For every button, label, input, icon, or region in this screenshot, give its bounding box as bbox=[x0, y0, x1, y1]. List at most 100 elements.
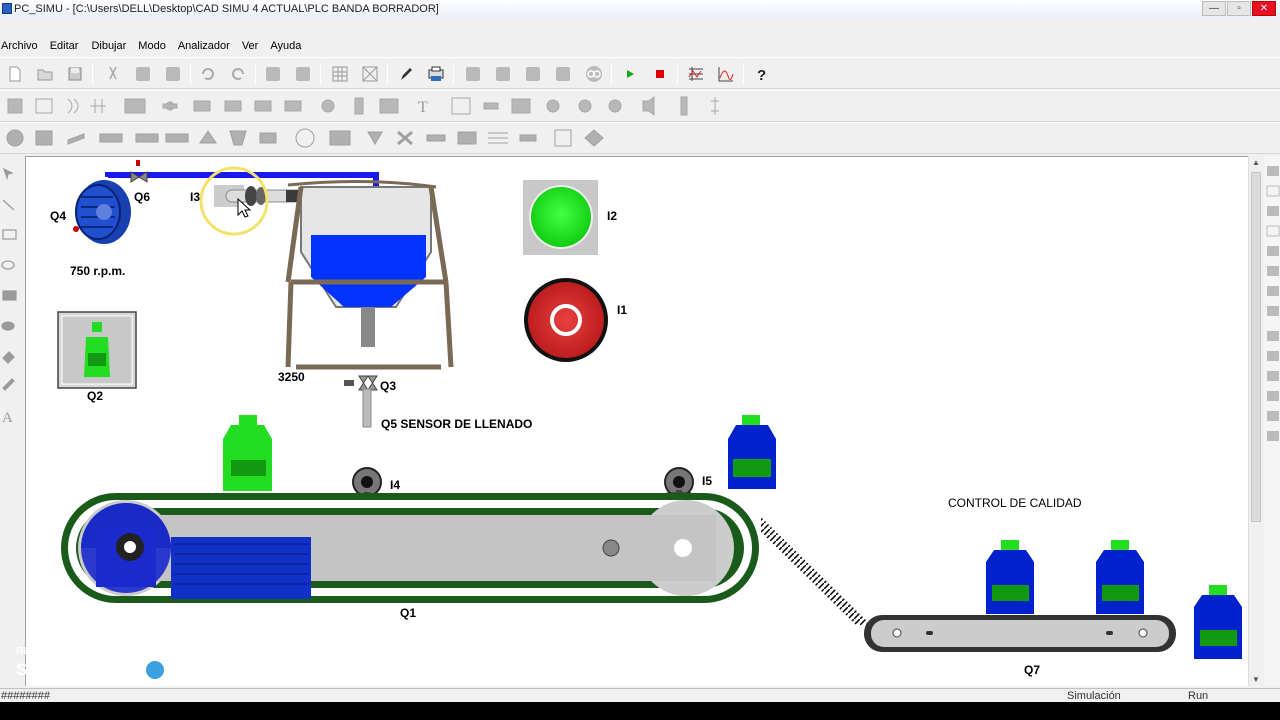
component-toolbar-2 bbox=[0, 122, 1280, 154]
start-button-i2[interactable] bbox=[523, 180, 598, 255]
tank-value: 3250 bbox=[278, 370, 305, 384]
zoom-in-icon[interactable] bbox=[263, 64, 283, 84]
component-icon[interactable] bbox=[523, 64, 543, 84]
new-icon[interactable] bbox=[5, 64, 25, 84]
minimize-button[interactable]: — bbox=[1202, 1, 1226, 16]
maximize-button[interactable]: ▫ bbox=[1227, 1, 1251, 16]
tank-icon bbox=[285, 179, 454, 370]
play-icon[interactable] bbox=[620, 64, 640, 84]
cut-icon[interactable] bbox=[103, 64, 123, 84]
simulation-canvas[interactable]: Q4 750 r.p.m. Q6 I3 3250 Q3 Q5 SENSOR DE… bbox=[25, 156, 1248, 686]
zoom-out-icon[interactable] bbox=[293, 64, 313, 84]
window-title: PC_SIMU - [C:\Users\DELL\Desktop\CAD SIM… bbox=[14, 3, 439, 15]
conveyor-q7[interactable] bbox=[864, 615, 1176, 652]
scroll-thumb[interactable] bbox=[1251, 172, 1261, 522]
right-panel bbox=[1264, 156, 1280, 686]
scroll-up-icon[interactable]: ▲ bbox=[1252, 158, 1260, 167]
motor-label: Q4 bbox=[50, 209, 67, 223]
pen-icon[interactable] bbox=[396, 64, 416, 84]
chute-icon bbox=[761, 517, 871, 625]
bottle-blue-icon bbox=[1194, 585, 1242, 659]
toolbar-separator bbox=[320, 63, 321, 85]
open-icon[interactable] bbox=[35, 64, 55, 84]
component-toolbar-1-icons[interactable]: T bbox=[0, 91, 780, 121]
plant-diagram bbox=[57, 160, 1242, 659]
right-panel-tools[interactable] bbox=[1264, 156, 1280, 686]
fill-sensor-label: Q5 SENSOR DE LLENADO bbox=[381, 417, 533, 431]
bottle-indicator-q2-icon[interactable] bbox=[57, 311, 137, 389]
stop-button-label: I1 bbox=[617, 303, 628, 317]
chart-icon[interactable] bbox=[716, 64, 736, 84]
menu-editar[interactable]: Editar bbox=[50, 38, 92, 56]
toolbar-separator bbox=[255, 63, 256, 85]
menu-modo[interactable]: Modo bbox=[138, 38, 178, 56]
recording-watermark: RECORDED WITH SCREENCAST MATIC bbox=[16, 646, 227, 683]
main-conveyor-label: Q1 bbox=[400, 606, 417, 620]
sensor-left-label: I4 bbox=[390, 478, 401, 492]
scroll-down-icon[interactable]: ▼ bbox=[1252, 675, 1260, 684]
conveyor-q1[interactable] bbox=[61, 493, 759, 603]
close-button[interactable]: ✕ bbox=[1252, 1, 1276, 16]
bottle-blue-icon bbox=[986, 540, 1034, 614]
sensor-top-label: I3 bbox=[190, 190, 201, 204]
title-bar: PC_SIMU - [C:\Users\DELL\Desktop\CAD SIM… bbox=[0, 0, 1280, 18]
status-mode: Simulación bbox=[1067, 690, 1121, 702]
valve-q3-icon[interactable] bbox=[344, 375, 378, 428]
component-toolbar-2-icons[interactable] bbox=[0, 123, 620, 153]
svg-text:A: A bbox=[2, 410, 13, 426]
vertical-scrollbar[interactable]: ▲ ▼ bbox=[1248, 156, 1262, 686]
component-toolbar-1: T bbox=[0, 90, 1280, 122]
drawing-tools[interactable]: A bbox=[0, 158, 22, 448]
menu-ayuda[interactable]: Ayuda bbox=[270, 38, 307, 56]
svg-text:?: ? bbox=[757, 67, 766, 84]
grid-icon[interactable] bbox=[330, 64, 350, 84]
stop-icon[interactable] bbox=[650, 64, 670, 84]
menu-analizador[interactable]: Analizador bbox=[178, 38, 242, 56]
valve-top-label: Q6 bbox=[134, 190, 151, 204]
redo-icon[interactable] bbox=[228, 64, 248, 84]
menu-dibujar[interactable]: Dibujar bbox=[91, 38, 138, 56]
copy-icon[interactable] bbox=[133, 64, 153, 84]
component-icon[interactable] bbox=[463, 64, 483, 84]
valve-marker-icon bbox=[136, 160, 140, 166]
drawing-tools-sidebar: A bbox=[0, 158, 22, 688]
toolbar-separator bbox=[453, 63, 454, 85]
qc-conveyor-label: Q7 bbox=[1024, 663, 1041, 677]
menu-bar: Archivo Editar Dibujar Modo Analizador V… bbox=[0, 38, 1280, 56]
component-icon[interactable] bbox=[553, 64, 573, 84]
paste-icon[interactable] bbox=[163, 64, 183, 84]
bottle-blue-icon bbox=[1096, 540, 1144, 614]
toolbar-separator bbox=[677, 63, 678, 85]
bottle-blue-icon bbox=[728, 415, 776, 489]
svg-text:T: T bbox=[418, 99, 428, 116]
app-window: Archivo Editar Dibujar Modo Analizador V… bbox=[0, 18, 1280, 702]
link-icon[interactable] bbox=[584, 64, 604, 84]
watermark-logo-icon bbox=[142, 657, 169, 683]
motor-speed: 750 r.p.m. bbox=[70, 264, 126, 278]
component-icon[interactable] bbox=[493, 64, 513, 84]
stop-button-i1[interactable] bbox=[524, 278, 608, 362]
status-state: Run bbox=[1188, 690, 1209, 702]
status-left: ######## bbox=[1, 690, 50, 702]
undo-icon[interactable] bbox=[198, 64, 218, 84]
valve-bottom-label: Q3 bbox=[380, 379, 397, 393]
bottle-green-icon bbox=[223, 415, 272, 491]
menu-archivo[interactable]: Archivo bbox=[1, 38, 50, 56]
quality-control-title: CONTROL DE CALIDAD bbox=[948, 496, 1082, 510]
crosshair-icon[interactable] bbox=[360, 64, 380, 84]
start-button-label: I2 bbox=[607, 209, 618, 223]
watermark-brand-b: MATIC bbox=[172, 660, 228, 679]
save-icon[interactable] bbox=[65, 64, 85, 84]
analyzer-icon[interactable] bbox=[686, 64, 706, 84]
menu-ver[interactable]: Ver bbox=[242, 38, 271, 56]
printer-icon[interactable] bbox=[426, 64, 446, 84]
toolbar-separator bbox=[92, 63, 93, 85]
status-bar: ######## Simulación Run bbox=[0, 688, 1280, 702]
help-icon[interactable]: ? bbox=[752, 64, 772, 84]
bottle-indicator-label: Q2 bbox=[87, 389, 104, 403]
toolbar-separator bbox=[743, 63, 744, 85]
pipe-top bbox=[105, 172, 379, 187]
motor-q4-icon[interactable] bbox=[73, 180, 131, 244]
toolbar-separator bbox=[611, 63, 612, 85]
toolbar-separator bbox=[387, 63, 388, 85]
